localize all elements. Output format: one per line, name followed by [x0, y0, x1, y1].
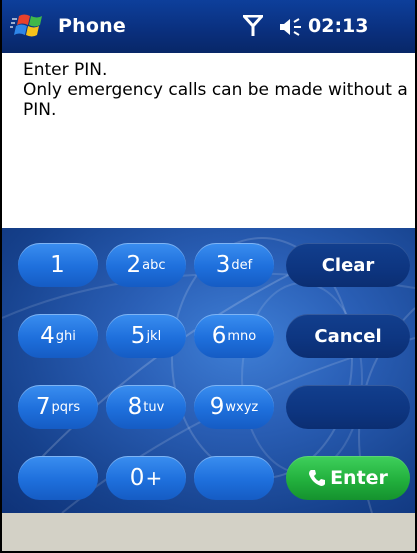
message-line: PIN.	[23, 100, 57, 120]
message-line: Enter PIN.	[23, 60, 108, 80]
key-8[interactable]: 8 tuv	[106, 385, 186, 429]
key-6[interactable]: 6 mno	[194, 314, 274, 358]
cancel-button[interactable]: Cancel	[286, 314, 410, 358]
enter-button[interactable]: Enter	[286, 456, 410, 500]
key-2[interactable]: 2 abc	[106, 243, 186, 287]
key-4[interactable]: 4 ghi	[18, 314, 98, 358]
bottom-menu-bar[interactable]	[2, 513, 415, 551]
clock[interactable]: 02:13	[308, 15, 368, 37]
blank-function-button[interactable]	[286, 385, 410, 429]
title-bar: Phone 02:13	[2, 0, 415, 53]
phone-screen: Phone 02:13 Enter PIN. Only emergency ca…	[0, 0, 417, 553]
message-line: Only emergency calls can be made without…	[23, 80, 408, 100]
key-3[interactable]: 3 def	[194, 243, 274, 287]
speaker-volume-icon[interactable]	[278, 17, 304, 37]
key-9[interactable]: 9 wxyz	[194, 385, 274, 429]
key-blank-right[interactable]	[194, 456, 274, 500]
key-0[interactable]: 0 +	[106, 456, 186, 500]
key-blank-left[interactable]	[18, 456, 98, 500]
key-5[interactable]: 5 jkl	[106, 314, 186, 358]
phone-handset-icon	[309, 470, 326, 486]
signal-antenna-icon[interactable]	[243, 15, 263, 37]
pin-message: Enter PIN. Only emergency calls can be m…	[23, 60, 408, 120]
key-7[interactable]: 7 pqrs	[18, 385, 98, 429]
windows-start-icon[interactable]	[10, 11, 50, 43]
clear-button[interactable]: Clear	[286, 243, 410, 287]
app-title: Phone	[58, 15, 126, 37]
dial-keypad: 1 2 abc 3 def Clear 4 ghi 5 jkl 6 mno Cancel …	[2, 228, 415, 513]
key-1[interactable]: 1	[18, 243, 98, 287]
